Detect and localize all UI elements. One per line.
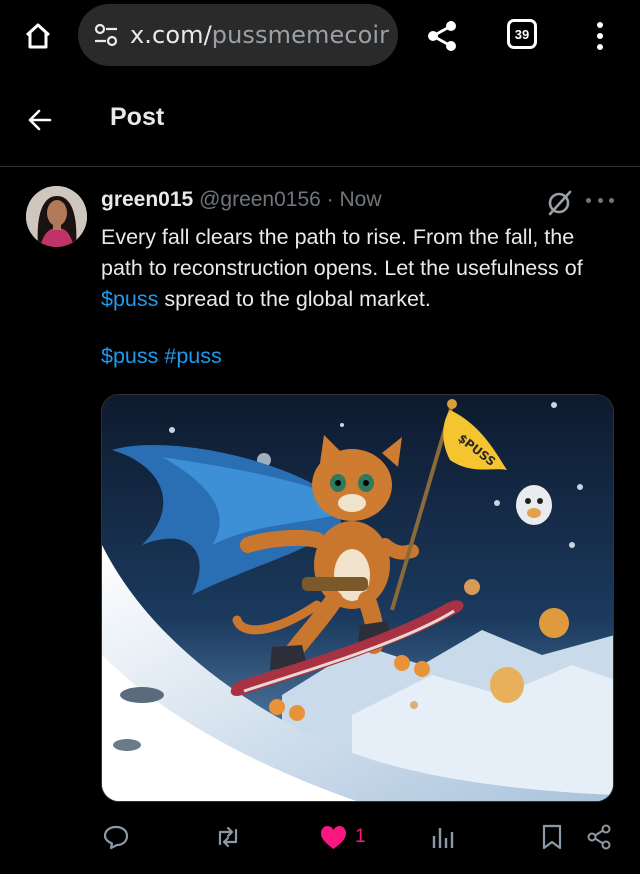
share-icon [428,21,456,51]
hashtags: $puss #puss [101,344,222,369]
tune-icon[interactable] [92,21,120,49]
post-meta: green015 @green0156 · Now [101,188,382,212]
home-button[interactable] [18,16,58,56]
reply-button[interactable] [103,821,129,853]
post-image[interactable]: $PUSS [101,394,614,802]
tabs-counter-button[interactable]: 39 [507,19,537,49]
repost-button[interactable] [214,821,242,853]
post-text: Every fall clears the path to rise. From… [101,225,583,311]
reply-icon [103,825,129,850]
views-icon [432,828,454,848]
address-bar[interactable]: x.com/pussmemecoir [78,4,398,66]
back-button[interactable] [22,102,58,138]
url-text: x.com/pussmemecoir [130,21,390,49]
grok-icon[interactable] [545,189,573,217]
bookmark-icon [542,824,562,850]
bookmark-button[interactable] [541,821,563,853]
share-post-button[interactable] [586,821,612,853]
views-button[interactable] [431,821,455,853]
more-vert-icon[interactable] [584,16,616,56]
share-button[interactable] [422,16,462,56]
like-count: 1 [355,826,366,847]
home-icon [25,23,51,49]
heart-icon [321,825,346,849]
handle[interactable]: @green0156 [199,188,321,211]
share-post-icon [587,824,611,850]
like-button[interactable]: 1 [320,821,366,853]
page-title: Post [110,103,165,131]
more-horiz-icon[interactable] [586,198,614,206]
cashtag-puss[interactable]: $puss [101,344,158,368]
tab-count: 39 [514,26,530,42]
hashtag-puss[interactable]: #puss [164,344,221,368]
cashtag-link[interactable]: $puss [101,287,158,311]
display-name[interactable]: green015 [101,188,193,211]
post-actions: 1 [0,815,640,860]
post-header: Post [0,72,640,167]
avatar[interactable] [26,186,87,247]
meta-separator: · [326,188,334,211]
back-arrow-icon [28,109,52,131]
repost-icon [218,826,238,848]
browser-toolbar: x.com/pussmemecoir 39 [0,0,640,72]
timestamp[interactable]: Now [340,188,382,211]
